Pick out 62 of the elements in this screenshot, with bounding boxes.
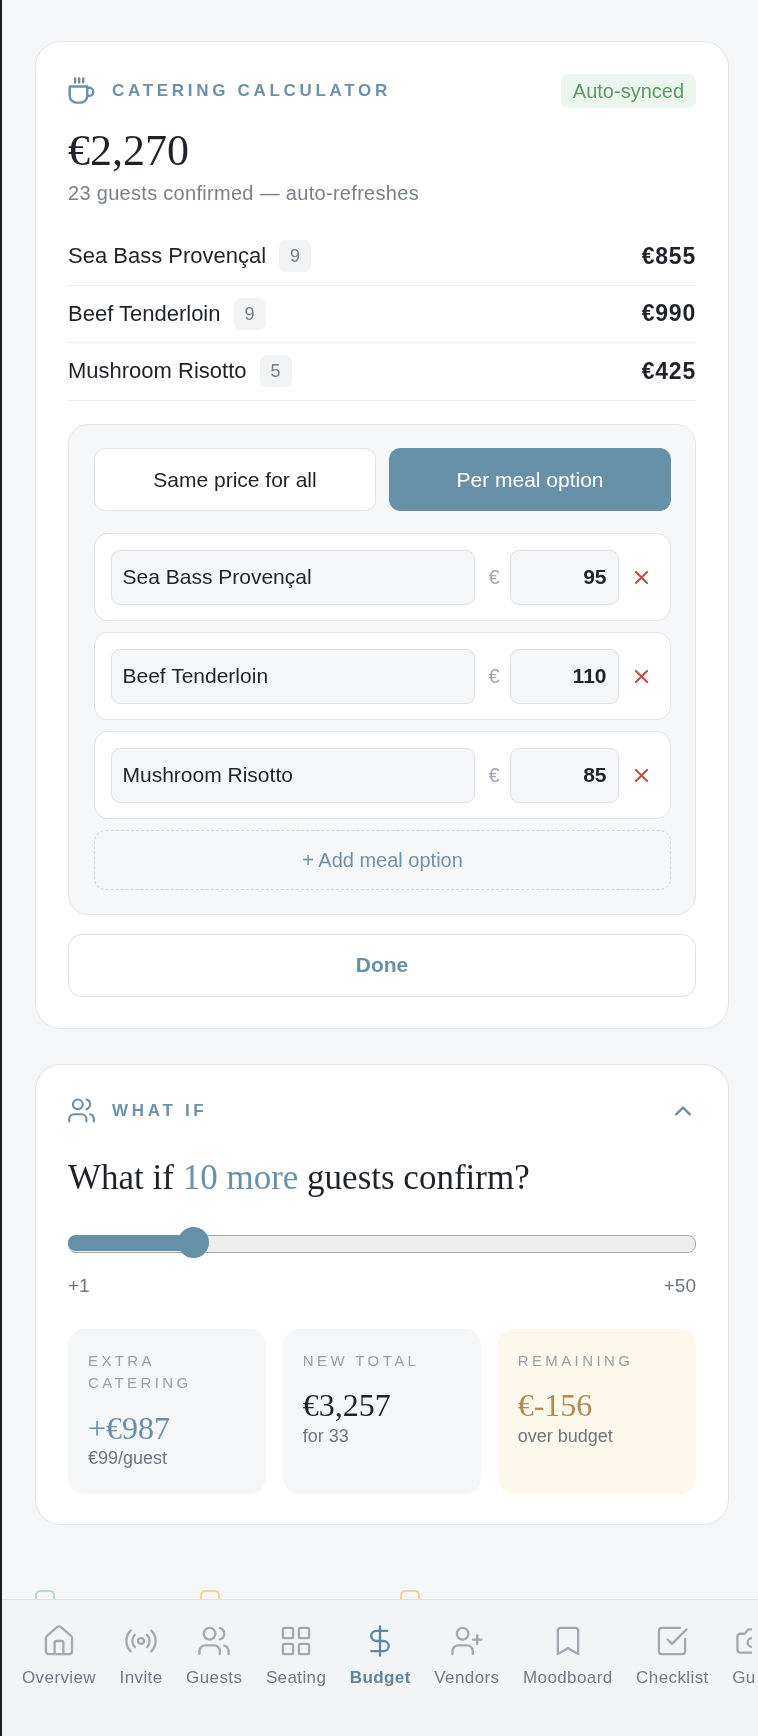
- chevron-up-icon[interactable]: [675, 1105, 691, 1116]
- sync-badge: Auto-synced: [560, 73, 696, 108]
- stat-note: for 33: [302, 1424, 350, 1448]
- meal-cost: €990: [641, 300, 696, 328]
- slider-min-label: +1: [68, 1273, 90, 1298]
- nav-tab[interactable]: Invite: [119, 1625, 163, 1689]
- people-icon: [68, 1098, 95, 1124]
- slider-track[interactable]: [68, 1227, 696, 1259]
- section-title: CATERING CALCULATOR: [112, 80, 391, 101]
- nav-tab[interactable]: Seating: [265, 1625, 327, 1689]
- nav-tab[interactable]: Overview: [22, 1625, 97, 1689]
- people-icon: [198, 1625, 231, 1657]
- camera-icon: [735, 1625, 752, 1657]
- guest-count: 9: [233, 297, 266, 330]
- currency-symbol: €: [488, 763, 500, 787]
- pricing-mode-tab[interactable]: Same price for all: [94, 448, 376, 512]
- add-meal-button[interactable]: + Add meal option: [94, 830, 671, 891]
- price-field[interactable]: 85: [509, 747, 619, 803]
- currency-symbol: €: [488, 664, 500, 688]
- nav-tab[interactable]: Guests: [186, 1625, 243, 1689]
- grid-icon: [280, 1625, 313, 1657]
- slider-max-label: +50: [663, 1273, 696, 1298]
- price-field[interactable]: 95: [509, 549, 619, 605]
- home-icon: [43, 1625, 76, 1657]
- meal-name-field[interactable]: Sea Bass Provençal: [110, 549, 476, 605]
- meal-name-field[interactable]: Beef Tenderloin: [110, 648, 476, 704]
- add-person-icon: [450, 1625, 483, 1657]
- guest-count: 9: [279, 240, 312, 273]
- question-text: What if 10 more guests confirm?: [68, 1156, 530, 1199]
- guest-count: 5: [259, 355, 292, 388]
- nav-tab[interactable]: Gu: [732, 1625, 756, 1689]
- cup-icon: [68, 77, 95, 104]
- close-icon[interactable]: [634, 669, 648, 683]
- stat-note: €99/guest: [88, 1447, 169, 1470]
- guest-summary: 23 guests confirmed — auto-refreshes: [68, 181, 419, 207]
- stat-note: over budget: [517, 1424, 614, 1448]
- meal-name: Beef Tenderloin: [68, 300, 221, 327]
- close-icon[interactable]: [634, 570, 648, 584]
- meal-cost: €425: [641, 357, 696, 385]
- stat-label: EXTRA CATERING: [88, 1350, 193, 1394]
- section-title: WHAT IF: [112, 1100, 208, 1121]
- total-amount: €2,270: [68, 125, 189, 177]
- nav-tab[interactable]: Checklist: [636, 1625, 709, 1689]
- meal-name-field[interactable]: Mushroom Risotto: [110, 747, 476, 803]
- pricing-mode-tab[interactable]: Per meal option: [389, 448, 671, 512]
- check-square-icon: [656, 1625, 689, 1657]
- stat-value: +€987: [88, 1408, 172, 1447]
- meal-name: Mushroom Risotto: [68, 358, 247, 385]
- nav-tab[interactable]: Vendors: [434, 1625, 500, 1689]
- slider-thumb[interactable]: [177, 1227, 209, 1259]
- stat-label: REMAINING: [517, 1350, 635, 1371]
- stat-value: €-156: [517, 1386, 594, 1425]
- meal-name: Sea Bass Provençal: [68, 243, 267, 270]
- nav-tab[interactable]: Budget: [349, 1625, 411, 1689]
- stat-label: NEW TOTAL: [302, 1350, 421, 1371]
- meal-cost: €855: [641, 242, 696, 270]
- done-button[interactable]: Done: [68, 933, 696, 997]
- nav-tab[interactable]: Moodboard: [523, 1625, 613, 1689]
- currency-symbol: €: [488, 565, 500, 589]
- close-icon[interactable]: [634, 768, 648, 782]
- price-field[interactable]: 110: [509, 648, 619, 704]
- stat-value: €3,257: [302, 1386, 392, 1425]
